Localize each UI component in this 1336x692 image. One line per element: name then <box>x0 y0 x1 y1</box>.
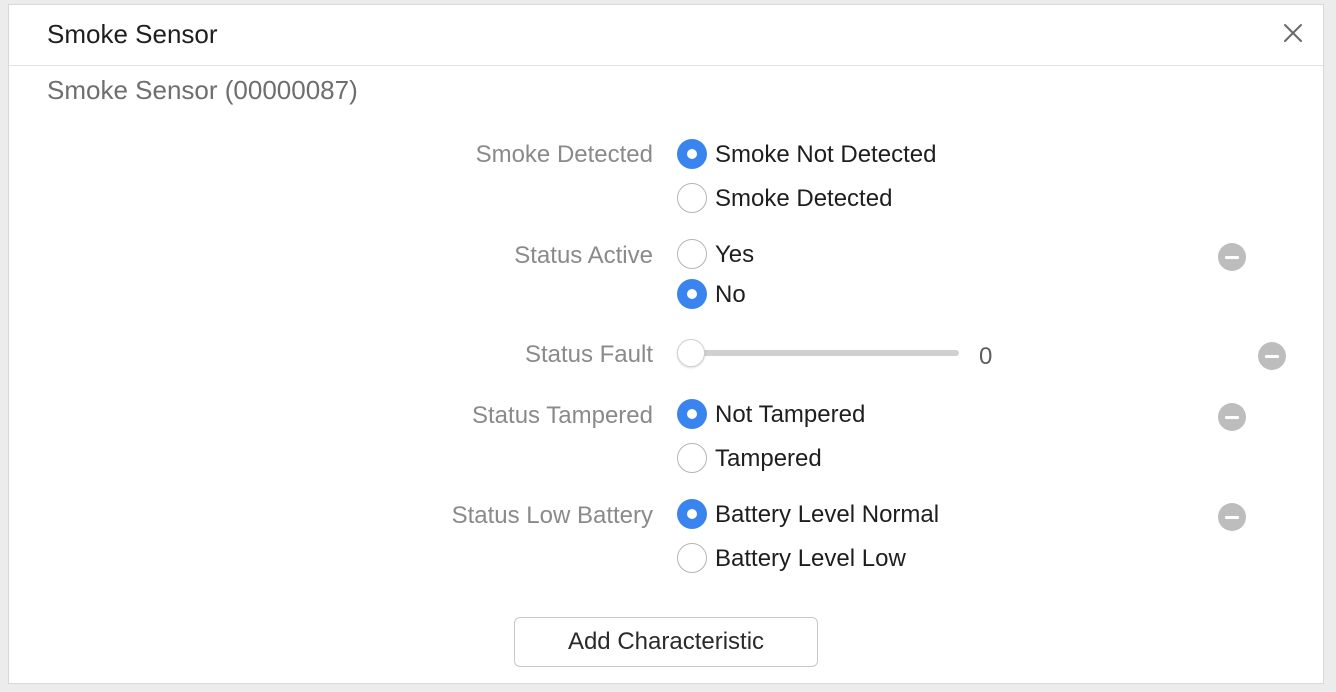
status-fault-label: Status Fault <box>524 341 653 368</box>
radio-label: Battery Level Normal <box>715 501 940 528</box>
radio-indicator <box>677 239 707 269</box>
radio-label: Smoke Not Detected <box>715 141 937 168</box>
status-fault-value: 0 <box>979 343 993 370</box>
radio-label: Battery Level Low <box>715 545 906 572</box>
radio-selected-indicator <box>677 399 707 429</box>
remove-status-low-battery-button[interactable] <box>1218 503 1246 531</box>
radio-label: No <box>715 281 746 308</box>
radio-label: Smoke Detected <box>715 185 893 212</box>
remove-status-fault-button[interactable] <box>1258 342 1286 370</box>
radio-label: Tampered <box>715 445 822 472</box>
radio-selected-indicator <box>677 139 707 169</box>
status-tampered-label: Status Tampered <box>472 402 653 429</box>
status-active-label: Status Active <box>514 242 653 269</box>
radio-smoke-not-detected[interactable]: Smoke Not Detected <box>677 139 936 169</box>
radio-status-active-no[interactable]: No <box>677 279 746 309</box>
radio-label: Yes <box>715 241 755 268</box>
status-fault-slider-track[interactable] <box>679 350 959 356</box>
radio-tampered[interactable]: Tampered <box>677 443 822 473</box>
radio-battery-level-low[interactable]: Battery Level Low <box>677 543 906 573</box>
radio-selected-indicator <box>677 499 707 529</box>
radio-label: Not Tampered <box>715 401 866 428</box>
radio-indicator <box>677 543 707 573</box>
radio-status-active-yes[interactable]: Yes <box>677 239 754 269</box>
close-icon[interactable] <box>1281 21 1305 45</box>
remove-status-tampered-button[interactable] <box>1218 403 1246 431</box>
add-characteristic-button[interactable]: Add Characteristic <box>514 617 818 667</box>
window-title: Smoke Sensor <box>47 19 218 49</box>
radio-battery-level-normal[interactable]: Battery Level Normal <box>677 499 939 529</box>
radio-indicator <box>677 183 707 213</box>
title-bar: Smoke Sensor <box>9 5 1323 66</box>
status-low-battery-label: Status Low Battery <box>451 502 653 529</box>
radio-indicator <box>677 443 707 473</box>
radio-selected-indicator <box>677 279 707 309</box>
smoke-sensor-window: Smoke Sensor Smoke Sensor (00000087) Smo… <box>8 4 1324 684</box>
radio-not-tampered[interactable]: Not Tampered <box>677 399 865 429</box>
radio-smoke-detected[interactable]: Smoke Detected <box>677 183 892 213</box>
status-fault-slider-thumb[interactable] <box>677 339 705 367</box>
accessory-name: Smoke Sensor (00000087) <box>47 75 358 105</box>
remove-status-active-button[interactable] <box>1218 243 1246 271</box>
smoke-detected-label: Smoke Detected <box>475 141 653 168</box>
